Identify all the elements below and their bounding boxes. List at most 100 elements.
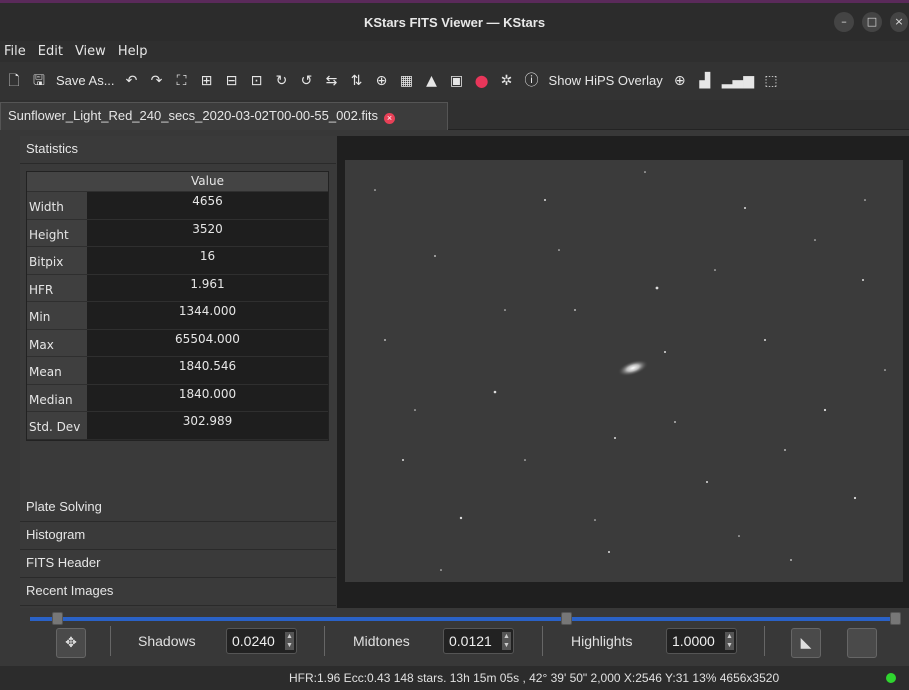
row-value: 65504.000 <box>87 329 328 356</box>
histogram-icon[interactable]: ▟ <box>697 70 713 92</box>
statistics-section[interactable]: Statistics <box>20 136 336 164</box>
window-title: KStars FITS Viewer — KStars <box>363 14 546 30</box>
histogram-section[interactable]: Histogram <box>20 522 336 550</box>
spin-arrows-icon[interactable]: ▲ ▼ <box>502 632 511 650</box>
star-profile-icon[interactable]: ▣ <box>449 70 465 92</box>
title-bar: KStars FITS Viewer — KStars – □ × <box>0 3 909 41</box>
flip-h-icon[interactable]: ⇆ <box>324 70 340 92</box>
table-row: Max 65504.000 <box>27 328 328 356</box>
midtones-slider-handle[interactable] <box>561 612 572 625</box>
zoom-default-icon[interactable]: ⊡ <box>249 70 265 92</box>
status-indicator-icon <box>886 673 896 683</box>
maximize-icon[interactable]: □ <box>862 12 882 32</box>
highlights-slider-handle[interactable] <box>890 612 901 625</box>
save-as-button[interactable]: Save As... <box>56 70 115 92</box>
fits-image[interactable] <box>345 160 903 582</box>
stretch-slider[interactable] <box>30 617 896 621</box>
signal-icon[interactable]: ▂▄▆ <box>722 70 754 92</box>
row-key: Max <box>27 329 87 356</box>
row-key: Width <box>27 192 87 219</box>
redo-icon[interactable]: ↷ <box>149 70 165 92</box>
midtones-label: Midtones <box>353 633 410 649</box>
shadows-slider-handle[interactable] <box>52 612 63 625</box>
row-value: 1840.000 <box>87 384 328 411</box>
value-header: Value <box>27 172 328 191</box>
histogram-stretch-icon[interactable]: ◣ <box>791 628 821 658</box>
table-row: Median 1840.000 <box>27 383 328 411</box>
close-icon[interactable]: × <box>890 12 908 32</box>
highlights-label: Highlights <box>571 633 633 649</box>
status-text: HFR:1.96 Ecc:0.43 148 stars. 13h 15m 05s… <box>289 671 780 685</box>
tab-bar: Sunflower_Light_Red_240_secs_2020-03-02T… <box>0 100 909 130</box>
save-icon[interactable]: 🖫 <box>31 70 47 92</box>
fits-header-section[interactable]: FITS Header <box>20 550 336 578</box>
table-row: Bitpix 16 <box>27 246 328 274</box>
table-row: Height 3520 <box>27 218 328 246</box>
move-icon[interactable]: ✥ <box>56 628 86 658</box>
rotate-cw-icon[interactable]: ↻ <box>274 70 290 92</box>
shadows-label: Shadows <box>138 633 196 649</box>
row-key: Bitpix <box>27 247 87 274</box>
statistics-table: Value Width 4656 Height 3520 Bitpix 16 HFR 1… <box>26 171 329 441</box>
tab-label: Sunflower_Light_Red_240_secs_2020-03-02T… <box>8 108 379 123</box>
separator <box>324 626 325 656</box>
table-row: Width 4656 <box>27 191 328 219</box>
table-row: HFR 1.961 <box>27 273 328 301</box>
zoom-out-icon[interactable]: ⊟ <box>224 70 240 92</box>
spin-arrows-icon[interactable]: ▲ ▼ <box>725 632 734 650</box>
row-key: Min <box>27 302 87 329</box>
fit-icon[interactable]: ⛶ <box>174 70 190 92</box>
flip-v-icon[interactable]: ⇅ <box>349 70 365 92</box>
minimize-icon[interactable]: – <box>834 12 854 32</box>
shadows-value: 0.0240 <box>232 633 275 649</box>
grid-icon[interactable]: ▦ <box>399 70 415 92</box>
show-hips-overlay-button[interactable]: Show HiPS Overlay <box>549 70 663 92</box>
row-value: 1.961 <box>87 274 328 301</box>
row-key: Median <box>27 384 87 411</box>
midtones-spinbox[interactable]: 0.0121 ▲ ▼ <box>443 628 514 654</box>
status-bar: HFR:1.96 Ecc:0.43 148 stars. 13h 15m 05s… <box>0 666 909 690</box>
rotate-ccw-icon[interactable]: ↺ <box>299 70 315 92</box>
shadows-spinbox[interactable]: 0.0240 ▲ ▼ <box>226 628 297 654</box>
row-key: HFR <box>27 274 87 301</box>
selection-icon[interactable]: ⬚ <box>763 70 779 92</box>
crosshair-icon[interactable]: ⊕ <box>374 70 390 92</box>
toolbar: 🗋 🖫 Save As... ↶ ↷ ⛶ ⊞ ⊟ ⊡ ↻ ↺ ⇆ ⇅ ⊕ ▦ ▲… <box>0 62 909 100</box>
table-row: Mean 1840.546 <box>27 356 328 384</box>
target-icon[interactable]: ⊕ <box>672 70 688 92</box>
row-value: 3520 <box>87 219 328 246</box>
row-key: Height <box>27 219 87 246</box>
menu-bar: File Edit View Help <box>0 41 909 62</box>
galaxy <box>617 359 649 377</box>
triangle-icon[interactable]: ▲ <box>424 70 440 92</box>
tab-close-icon[interactable]: × <box>384 113 396 124</box>
info-icon[interactable]: ⓘ <box>524 70 540 92</box>
row-value: 1344.000 <box>87 302 328 329</box>
row-key: Mean <box>27 357 87 384</box>
menu-view[interactable]: View <box>75 44 106 59</box>
highlights-value: 1.0000 <box>672 633 715 649</box>
record-icon[interactable]: ● <box>474 70 490 92</box>
fits-file-tab[interactable]: Sunflower_Light_Red_240_secs_2020-03-02T… <box>0 102 448 130</box>
menu-edit[interactable]: Edit <box>38 44 63 59</box>
stars-icon[interactable]: ✲ <box>499 70 515 92</box>
menu-help[interactable]: Help <box>118 44 148 59</box>
open-file-icon[interactable]: 🗋 <box>6 70 22 92</box>
star-field <box>374 171 886 571</box>
highlights-spinbox[interactable]: 1.0000 ▲ ▼ <box>666 628 737 654</box>
table-row: Std. Dev 302.989 <box>27 411 328 439</box>
row-key: Std. Dev <box>27 412 87 439</box>
menu-file[interactable]: File <box>4 44 26 59</box>
separator <box>542 626 543 656</box>
row-value: 4656 <box>87 192 328 219</box>
recent-images-section[interactable]: Recent Images <box>20 578 336 606</box>
zoom-in-icon[interactable]: ⊞ <box>199 70 215 92</box>
row-value: 16 <box>87 247 328 274</box>
undo-icon[interactable]: ↶ <box>124 70 140 92</box>
blank-button[interactable] <box>847 628 877 658</box>
separator <box>110 626 111 656</box>
plate-solving-section[interactable]: Plate Solving <box>20 494 336 522</box>
row-value: 1840.546 <box>87 357 328 384</box>
spin-arrows-icon[interactable]: ▲ ▼ <box>285 632 294 650</box>
table-row: Min 1344.000 <box>27 301 328 329</box>
